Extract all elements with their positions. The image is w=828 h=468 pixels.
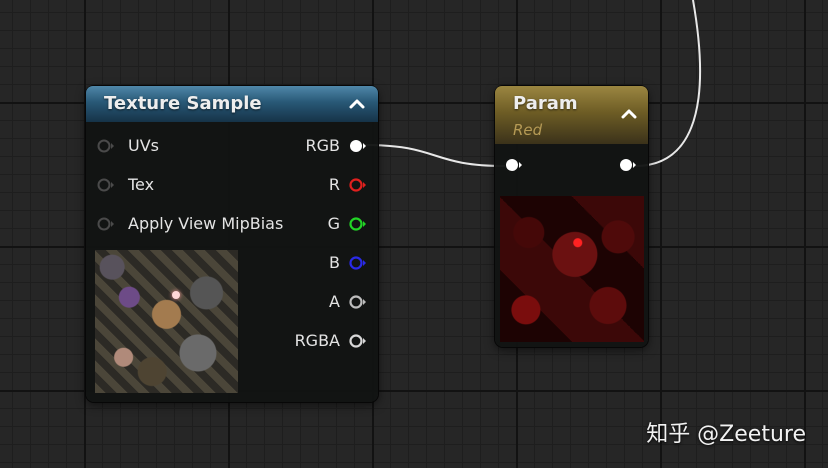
pin-label-b: B [329, 253, 340, 272]
param-header[interactable]: Param Red [495, 86, 648, 144]
texture-sample-title: Texture Sample [104, 93, 262, 114]
material-graph-canvas[interactable]: Texture Sample UVs Tex Apply View MipBia… [0, 0, 828, 468]
pin-output-r[interactable]: R [329, 175, 368, 195]
pin-output-a[interactable]: A [329, 292, 368, 312]
pin-input-param[interactable] [504, 158, 524, 172]
texture-sample-header[interactable]: Texture Sample [86, 86, 378, 122]
param-title: Param [513, 93, 578, 114]
param-preview-thumbnail [500, 196, 644, 342]
pin-circle-filled-icon [620, 159, 636, 171]
pin-output-b[interactable]: B [329, 253, 368, 273]
wire-rgb-to-param[interactable] [364, 144, 506, 167]
pin-circle-empty-icon [97, 217, 114, 231]
param-node[interactable]: Param Red [495, 86, 648, 347]
pin-output-rgb[interactable]: RGB [306, 136, 369, 156]
pin-input-apply-view-mipbias[interactable]: Apply View MipBias [96, 214, 283, 234]
watermark: 知乎 @Zeeture [646, 422, 806, 447]
texture-preview-thumbnail [95, 250, 238, 393]
pin-circle-empty-icon [349, 217, 366, 231]
texture-sample-node[interactable]: Texture Sample UVs Tex Apply View MipBia… [86, 86, 378, 402]
pin-circle-empty-icon [349, 334, 366, 348]
pin-circle-empty-icon [97, 178, 114, 192]
pin-label-apply-view-mipbias: Apply View MipBias [128, 214, 284, 233]
pin-circle-filled-icon [350, 140, 366, 152]
texture-highlight-dot [172, 291, 180, 299]
pin-input-uvs[interactable]: UVs [96, 136, 159, 156]
pin-label-g: G [327, 214, 340, 233]
pin-output-g[interactable]: G [328, 214, 368, 234]
pin-circle-empty-icon [349, 178, 366, 192]
pin-label-tex: Tex [128, 175, 155, 194]
pin-label-rgb: RGB [305, 136, 341, 155]
pin-output-rgba[interactable]: RGBA [295, 331, 368, 351]
pin-circle-empty-icon [349, 295, 366, 309]
pin-circle-filled-icon [506, 159, 522, 171]
chevron-up-icon[interactable] [346, 93, 368, 115]
pin-output-param[interactable] [618, 158, 638, 172]
pin-circle-empty-icon [97, 139, 114, 153]
pin-circle-empty-icon [349, 256, 366, 270]
chevron-up-icon[interactable] [618, 103, 640, 125]
pin-label-rgba: RGBA [294, 331, 340, 350]
param-subtitle: Red [513, 121, 543, 139]
pin-label-uvs: UVs [128, 136, 159, 155]
pin-input-tex[interactable]: Tex [96, 175, 154, 195]
pin-label-r: R [328, 175, 340, 194]
pin-label-a: A [329, 292, 340, 311]
